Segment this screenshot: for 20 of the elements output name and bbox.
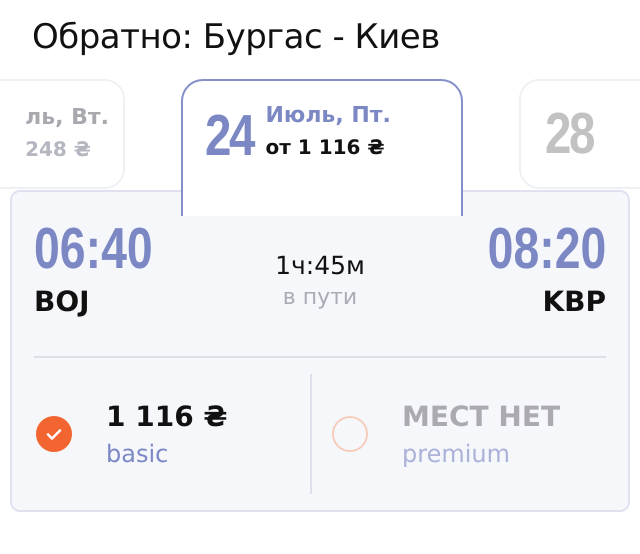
date-tab[interactable]: 28 xyxy=(519,79,640,189)
arrival-airport: KBP xyxy=(542,284,606,320)
duration-label: в пути xyxy=(282,284,358,312)
date-tab[interactable]: ль, Вт. 248 ₴ xyxy=(0,79,125,189)
fare-class: basic xyxy=(106,439,170,470)
flight-duration: 1ч:45м xyxy=(275,250,365,282)
date-price: 248 ₴ xyxy=(25,136,92,163)
departure-airport: BOJ xyxy=(34,284,90,320)
day-number: 24 xyxy=(205,102,253,170)
fare-class: premium xyxy=(402,439,511,470)
departure-time: 06:40 xyxy=(34,216,153,282)
arrival-time: 08:20 xyxy=(487,216,606,282)
day-number: 28 xyxy=(545,100,593,168)
fare-price: МЕСТ НЕТ xyxy=(402,399,560,435)
date-label: ль, Вт. xyxy=(25,104,109,132)
date-label: Июль, Пт. xyxy=(266,102,391,130)
radio-button[interactable] xyxy=(36,416,72,452)
date-price: от 1 116 ₴ xyxy=(266,134,386,161)
page-title: Обратно: Бургас - Киев xyxy=(31,16,441,59)
fare-price: 1 116 ₴ xyxy=(106,399,228,435)
